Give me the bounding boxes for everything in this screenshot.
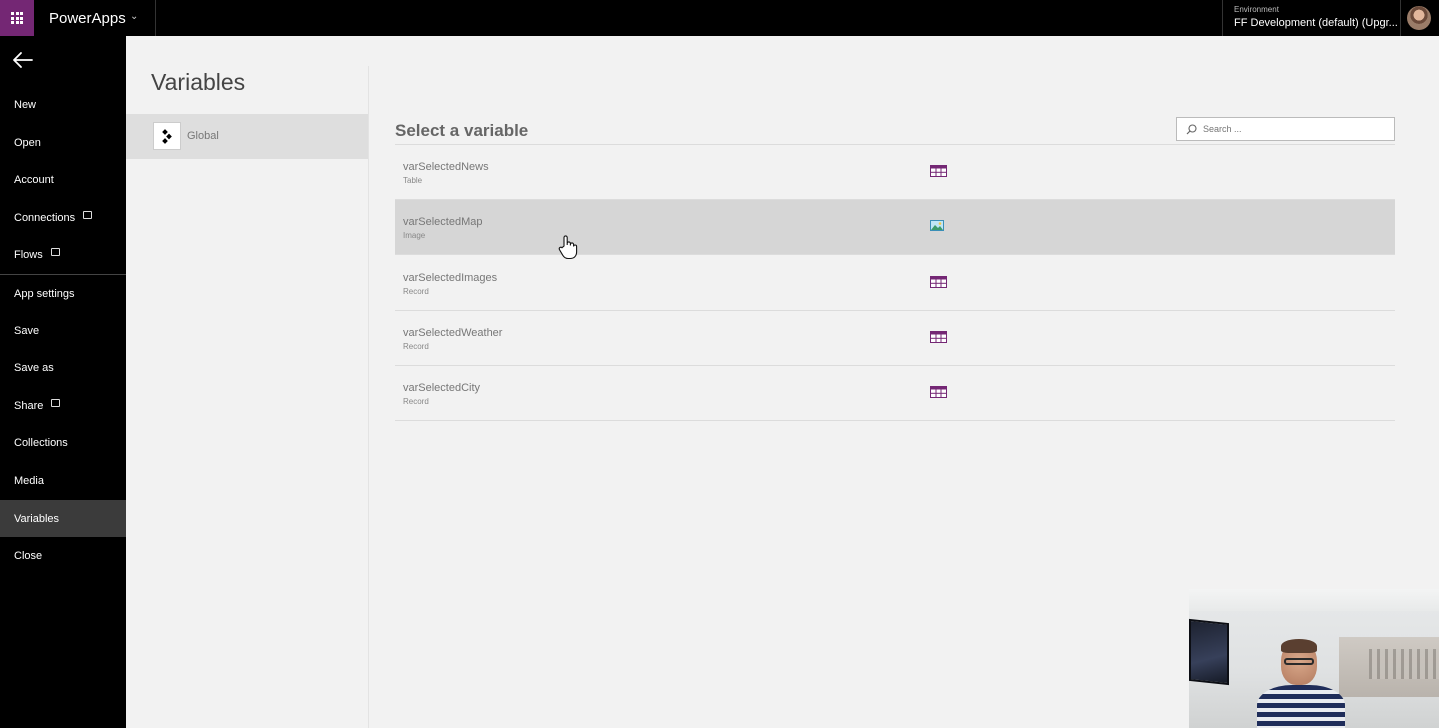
search-input[interactable] [1203, 121, 1388, 137]
sidebar-item-label: Variables [14, 512, 60, 525]
table-icon [930, 165, 947, 177]
divider [368, 66, 369, 728]
variable-row[interactable]: varSelectedNews Table [395, 145, 1395, 200]
variable-name: varSelectedCity [403, 382, 481, 394]
divider [1222, 0, 1223, 36]
image-icon [930, 220, 944, 231]
sidebar-item-variables[interactable]: Variables [0, 500, 126, 537]
waffle-icon [11, 12, 23, 24]
external-link-icon [51, 398, 61, 407]
table-icon [930, 276, 947, 288]
variable-row[interactable]: varSelectedWeather Record [395, 311, 1395, 366]
table-icon [930, 331, 947, 343]
sidebar-item-share[interactable]: Share [0, 387, 126, 424]
variable-row[interactable]: varSelectedImages Record [395, 256, 1395, 311]
variable-type: Table [403, 176, 423, 185]
sidebar-item-label: Save [14, 324, 40, 337]
app-name[interactable]: PowerApps [49, 10, 126, 27]
divider [155, 0, 156, 36]
variable-row[interactable]: varSelectedCity Record [395, 366, 1395, 421]
variable-type: Record [403, 287, 429, 296]
back-arrow-icon[interactable] [12, 50, 34, 70]
table-icon [930, 386, 947, 398]
variable-row[interactable]: varSelectedMap Image [395, 200, 1395, 255]
global-scope-icon [153, 122, 181, 150]
app-launcher-button[interactable] [0, 0, 34, 36]
tv-screen [1189, 618, 1229, 686]
hand-cursor-icon [558, 235, 578, 260]
divider [1400, 0, 1401, 36]
top-bar: PowerApps ⌄ Environment FF Development (… [0, 0, 1439, 36]
sidebar-item-media[interactable]: Media [0, 462, 126, 499]
sidebar-item-open[interactable]: Open [0, 124, 126, 161]
file-menu-sidebar: New Open Account Connections Flows App s… [0, 36, 126, 728]
external-link-icon [83, 210, 93, 219]
sidebar-item-label: Account [14, 173, 54, 186]
sidebar-item-label: Media [14, 474, 44, 487]
section-title: Select a variable [395, 121, 529, 140]
environment-picker[interactable]: FF Development (default) (Upgr... [1234, 17, 1398, 29]
sidebar-item-new[interactable]: New [0, 86, 126, 123]
external-link-icon [50, 247, 60, 256]
variable-type: Record [403, 397, 429, 406]
sidebar-item-label: Share [14, 399, 44, 412]
variables-panel: Variables Global [126, 36, 368, 728]
chevron-down-icon[interactable]: ⌄ [130, 11, 138, 22]
scope-label: Global [187, 130, 219, 142]
variable-name: varSelectedNews [403, 161, 489, 173]
variable-name: varSelectedWeather [403, 327, 503, 339]
variable-name: varSelectedMap [403, 216, 483, 228]
scope-item-global[interactable]: Global [126, 114, 368, 159]
sidebar-item-close[interactable]: Close [0, 537, 126, 574]
webcam-overlay [1189, 589, 1439, 728]
sidebar-item-save[interactable]: Save [0, 312, 126, 349]
sidebar-item-label: Close [14, 549, 43, 562]
sidebar-item-label: Connections [14, 211, 76, 224]
sidebar-item-label: Collections [14, 436, 68, 449]
sidebar-item-label: Open [14, 136, 41, 149]
sidebar-item-label: App settings [14, 287, 75, 300]
environment-label: Environment [1234, 5, 1279, 14]
variable-type: Image [403, 231, 426, 240]
sidebar-item-flows[interactable]: Flows [0, 236, 126, 273]
sidebar-item-save-as[interactable]: Save as [0, 349, 126, 386]
sidebar-item-collections[interactable]: Collections [0, 424, 126, 461]
sidebar-item-connections[interactable]: Connections [0, 199, 126, 236]
variable-type: Record [403, 342, 429, 351]
sidebar-item-label: Save as [14, 361, 54, 374]
sidebar-item-label: New [14, 98, 37, 111]
search-box[interactable] [1176, 117, 1395, 141]
sidebar-item-label: Flows [14, 248, 43, 261]
variable-name: varSelectedImages [403, 272, 498, 284]
avatar[interactable] [1407, 6, 1431, 30]
page-title: Variables [151, 69, 246, 95]
search-icon [1186, 124, 1197, 135]
sidebar-item-account[interactable]: Account [0, 161, 126, 198]
sidebar-item-app-settings[interactable]: App settings [0, 275, 126, 312]
